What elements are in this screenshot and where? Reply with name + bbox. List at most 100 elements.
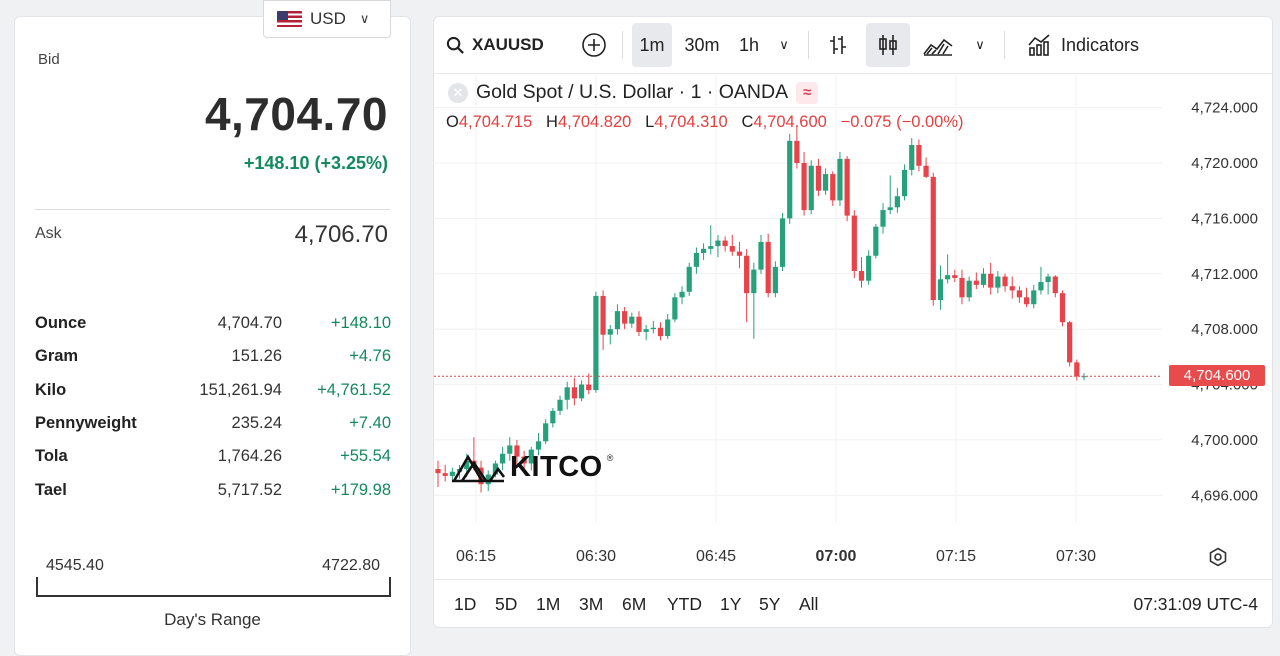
bid-label: Bid — [38, 51, 60, 68]
change-value: −0.075 (−0.00%) — [840, 113, 964, 131]
candle-body — [894, 196, 900, 208]
unit-price: 4,704.70 — [217, 314, 282, 333]
candle-body — [952, 275, 958, 278]
range-5y[interactable]: 5Y — [759, 594, 780, 615]
candle-body — [1052, 276, 1058, 294]
candle-body — [772, 266, 778, 294]
y-tick-label: 4,696.000 — [1191, 487, 1258, 504]
candle-body — [679, 291, 685, 298]
candle-body — [1045, 276, 1051, 283]
candle-body — [751, 269, 757, 294]
unit-name: Gram — [35, 347, 79, 366]
candle-body — [980, 273, 987, 285]
symbol-search[interactable]: XAUUSD — [446, 23, 566, 67]
range-5d[interactable]: 5D — [495, 594, 517, 615]
toolbar-divider — [1004, 31, 1005, 59]
unit-change: +179.98 — [330, 480, 391, 499]
candles-chart-type-button[interactable] — [866, 23, 910, 67]
candle-body — [909, 145, 915, 170]
candle-body — [600, 295, 606, 335]
settings-icon[interactable] — [1208, 547, 1228, 572]
bar-chart-type-button[interactable] — [820, 23, 856, 67]
interval-1h[interactable]: 1h — [732, 23, 766, 67]
candle-body — [1009, 286, 1015, 291]
range-all[interactable]: All — [799, 594, 818, 615]
candle-body — [744, 255, 750, 294]
clock: 07:31:09 UTC-4 — [1133, 594, 1258, 614]
range-6m[interactable]: 6M — [622, 594, 646, 615]
chart-toolbar: XAUUSD 1m 30m 1h ∨ ∨ Indicators — [434, 17, 1272, 74]
low-value: 4,704.310 — [654, 113, 728, 131]
candle-body — [916, 145, 922, 166]
range-bar: 1D 5D 1M 3M 6M YTD 1Y 5Y All 07:31:09 UT… — [434, 579, 1272, 627]
y-tick-label: 4,708.000 — [1191, 321, 1258, 338]
price-chart[interactable]: 4,724.000 4,720.000 4,716.000 4,712.000 4,70… — [434, 73, 1273, 579]
candle-body — [586, 384, 592, 391]
logo-text: KITCO — [510, 451, 603, 483]
candle-body — [700, 248, 707, 253]
close-icon[interactable]: ✕ — [448, 82, 468, 103]
candle-body — [672, 297, 678, 320]
unit-price: 235.24 — [231, 414, 282, 433]
unit-change: +55.54 — [340, 447, 391, 466]
range-3m[interactable]: 3M — [579, 594, 603, 615]
candle-body — [1023, 297, 1030, 305]
y-tick-label: 4,724.000 — [1191, 100, 1258, 117]
bid-change: +148.10 (+3.25%) — [243, 153, 388, 173]
low-key: L — [645, 113, 655, 131]
range-1d[interactable]: 1D — [454, 594, 476, 615]
candle-body — [837, 158, 843, 201]
wave-icon[interactable]: ≈ — [796, 81, 819, 104]
compare-button[interactable] — [574, 23, 614, 67]
add-icon — [582, 33, 606, 57]
candle-body — [686, 266, 692, 292]
candle-body — [887, 207, 893, 211]
range-1m[interactable]: 1M — [536, 594, 560, 615]
candle-body — [959, 277, 965, 298]
candle-body — [808, 165, 814, 211]
unit-price: 151.26 — [231, 347, 282, 366]
x-tick-label: 06:15 — [456, 548, 496, 565]
ask-label: Ask — [35, 225, 62, 242]
candle-body — [966, 280, 972, 298]
candle-body — [995, 276, 1001, 288]
candle-body — [844, 158, 850, 216]
kitco-logo-mark-icon — [452, 453, 506, 482]
candle-body — [693, 253, 699, 267]
ohlc-values: O4,704.715 H4,704.820 L4,704.310 C4,704.… — [446, 113, 963, 132]
unit-name: Ounce — [35, 314, 87, 333]
day-range-high: 4722.80 — [322, 557, 380, 574]
candle-body — [1031, 290, 1037, 305]
interval-1m[interactable]: 1m — [632, 23, 672, 67]
candle-body — [643, 329, 649, 332]
close-value: 4,704.600 — [753, 113, 827, 131]
candle-body — [729, 246, 735, 252]
unit-name: Pennyweight — [35, 414, 137, 433]
last-price-tag: 4,704.600 — [1169, 365, 1265, 386]
candle-body — [557, 399, 563, 411]
candle-body — [715, 240, 721, 247]
candle-body — [1016, 290, 1022, 298]
area-chart-type-button[interactable] — [920, 23, 956, 67]
interval-30m[interactable]: 30m — [678, 23, 726, 67]
y-tick-label: 4,720.000 — [1191, 155, 1258, 172]
chevron-down-icon: ∨ — [359, 11, 370, 26]
range-ytd[interactable]: YTD — [667, 594, 702, 615]
currency-select[interactable]: USD ∨ — [263, 0, 391, 38]
candle-body — [858, 271, 865, 281]
candle-body — [787, 140, 793, 219]
x-tick-label: 07:30 — [1056, 548, 1096, 565]
indicators-button[interactable]: Indicators — [1018, 23, 1148, 67]
currency-code: USD — [310, 9, 346, 28]
candle-body — [815, 165, 822, 191]
unit-row: Gram 151.26 +4.76 — [35, 340, 391, 373]
candle-body — [657, 327, 664, 337]
candle-body — [578, 384, 585, 399]
candle-body — [622, 311, 628, 324]
interval-chevron-down-icon[interactable]: ∨ — [770, 23, 798, 67]
candle-body — [794, 140, 800, 163]
indicators-icon — [1028, 34, 1050, 56]
chart-type-chevron-down-icon[interactable]: ∨ — [966, 23, 994, 67]
high-value: 4,704.820 — [557, 113, 632, 131]
range-1y[interactable]: 1Y — [720, 594, 741, 615]
